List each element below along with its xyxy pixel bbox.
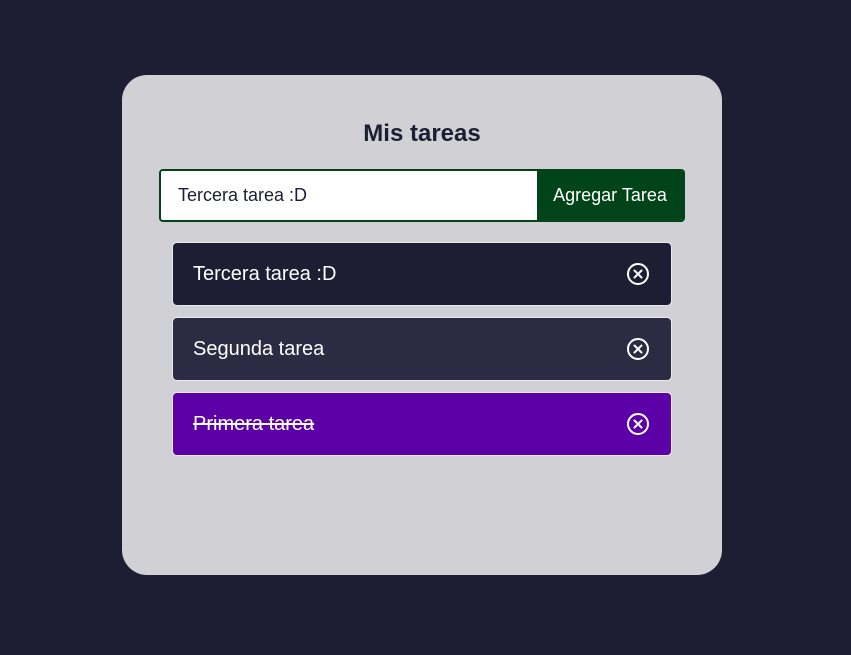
task-item[interactable]: Segunda tarea xyxy=(172,317,672,381)
task-input[interactable] xyxy=(161,171,537,220)
close-circle-icon[interactable] xyxy=(626,337,650,361)
close-circle-icon[interactable] xyxy=(626,262,650,286)
page-title: Mis tareas xyxy=(363,120,481,147)
close-circle-icon[interactable] xyxy=(626,412,650,436)
task-item[interactable]: Tercera tarea :D xyxy=(172,242,672,306)
task-text: Primera tarea xyxy=(193,412,315,435)
todo-card: Mis tareas Agregar Tarea Tercera tarea :… xyxy=(122,75,722,575)
task-text: Tercera tarea :D xyxy=(193,262,337,285)
add-task-button[interactable]: Agregar Tarea xyxy=(537,171,683,220)
task-text: Segunda tarea xyxy=(193,337,325,360)
task-list: Tercera tarea :D Segunda tarea Primera t… xyxy=(172,242,672,467)
task-item-completed[interactable]: Primera tarea xyxy=(172,392,672,456)
task-form: Agregar Tarea xyxy=(159,169,685,222)
